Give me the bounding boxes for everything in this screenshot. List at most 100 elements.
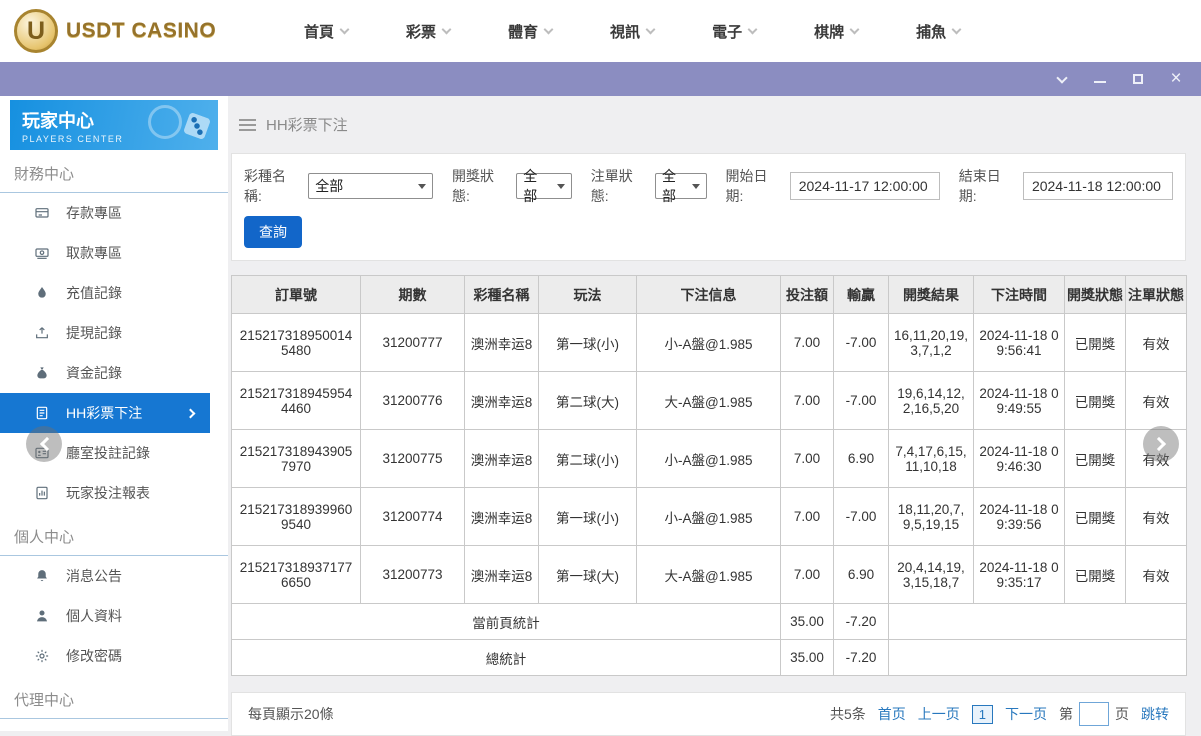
prev-page-link[interactable]: 上一页	[918, 704, 960, 724]
players-center-header: 玩家中心 PLAYERS CENTER	[10, 100, 218, 150]
cell-bet-info: 小-A盤@1.985	[636, 429, 781, 488]
sidebar-item-label: 提現記錄	[66, 325, 122, 341]
cell-play-type: 第二球(小)	[538, 429, 637, 488]
sidebar-item-funds-records[interactable]: 資金記錄	[0, 353, 228, 393]
nav-item-label: 捕魚	[916, 23, 947, 41]
cell-period: 31200776	[360, 371, 465, 430]
top-navigation: U USDT CASINO 首頁 彩票 體育 視訊 電子 棋牌 捕魚	[0, 0, 1201, 62]
end-date-input[interactable]	[1022, 172, 1173, 200]
draw-status-select[interactable]: 全部	[516, 168, 572, 204]
cell-bet-amount: 7.00	[780, 371, 834, 430]
cell-win-loss: -7.00	[833, 313, 889, 372]
order-status-select[interactable]: 全部	[654, 168, 707, 204]
cell-period: 31200774	[360, 487, 465, 546]
nav-item-label: 首頁	[304, 23, 335, 41]
hh-lottery-bets-icon	[34, 405, 50, 421]
current-page-indicator: 1	[971, 704, 993, 724]
sidebar-item-change-password[interactable]: 修改密碼	[0, 636, 228, 676]
first-page-link[interactable]: 首页	[878, 704, 906, 724]
cell-play-type: 第一球(小)	[538, 313, 637, 372]
search-button[interactable]: 查詢	[244, 216, 302, 248]
order-status-label: 注單狀態:	[590, 168, 633, 204]
change-password-icon	[34, 648, 50, 664]
current-page-bet-total: 35.00	[780, 603, 834, 640]
cell-bet-info: 小-A盤@1.985	[636, 313, 781, 372]
sidebar: 玩家中心 PLAYERS CENTER 財務中心 存款專區 取款專區 充值記錄 提現記錄…	[0, 96, 228, 731]
menu-toggle-icon[interactable]	[239, 116, 256, 134]
nav-item-sports[interactable]: 體育	[508, 21, 554, 42]
chevron-right-icon	[185, 408, 196, 418]
profile-icon	[34, 608, 50, 624]
cell-win-loss: 6.90	[833, 545, 889, 604]
chevron-down-icon	[441, 24, 452, 34]
column-header-lottery-name: 彩種名稱	[464, 275, 539, 314]
cell-draw-result: 20,4,14,19,3,15,18,7	[888, 545, 974, 604]
sidebar-section-title: 個人中心	[0, 513, 228, 556]
select-arrow-icon	[417, 184, 426, 193]
nav-item-lottery[interactable]: 彩票	[406, 21, 452, 42]
cell-win-loss: -7.00	[833, 371, 889, 430]
cell-draw-result: 19,6,14,12,2,16,5,20	[888, 371, 974, 430]
nav-item-slots[interactable]: 電子	[712, 21, 758, 42]
column-header-order-status: 注單狀態	[1125, 275, 1187, 314]
current-page-winloss-total: -7.20	[833, 603, 889, 640]
breadcrumb-title: HH彩票下注	[266, 117, 348, 134]
cell-draw-result: 16,11,20,19,3,7,1,2	[888, 313, 974, 372]
total-stats-label: 總統計	[231, 639, 781, 676]
start-date-input[interactable]	[789, 172, 940, 200]
window-close-button[interactable]: ×	[1167, 69, 1185, 88]
sidebar-item-label: HH彩票下注	[66, 405, 143, 421]
window-maximize-button[interactable]	[1129, 70, 1147, 88]
carousel-left-arrow[interactable]	[26, 426, 62, 462]
cell-bet-info: 大-A盤@1.985	[636, 371, 781, 430]
withdraw-zone-icon	[34, 245, 50, 261]
chevron-down-icon	[339, 24, 350, 34]
nav-item-live-video[interactable]: 視訊	[610, 21, 656, 42]
column-header-bet-time: 下注時間	[973, 275, 1065, 314]
total-stats-row: 總統計 35.00 -7.20	[231, 639, 1187, 676]
sidebar-item-withdrawal-records[interactable]: 提現記錄	[0, 313, 228, 353]
nav-item-board-games[interactable]: 棋牌	[814, 21, 860, 42]
jump-prefix: 第	[1059, 706, 1073, 722]
lottery-name-select[interactable]: 全部	[308, 173, 433, 199]
table-row: 2152173189500145480 31200777 澳洲幸运8 第一球(小) 小-…	[231, 313, 1187, 372]
recharge-records-icon	[34, 285, 50, 301]
nav-item-fishing[interactable]: 捕魚	[916, 21, 962, 42]
sidebar-item-deposit-zone[interactable]: 存款專區	[0, 193, 228, 233]
sidebar-item-announcements[interactable]: 消息公告	[0, 556, 228, 596]
cell-bet-amount: 7.00	[780, 545, 834, 604]
app-body: 玩家中心 PLAYERS CENTER 財務中心 存款專區 取款專區 充值記錄 提現記錄…	[0, 96, 1201, 736]
page-jump-input[interactable]	[1079, 702, 1109, 726]
window-minimize-button[interactable]	[1091, 70, 1109, 88]
sidebar-item-withdraw-zone[interactable]: 取款專區	[0, 233, 228, 273]
window-collapse-button[interactable]	[1053, 70, 1071, 88]
nav-item-home[interactable]: 首頁	[304, 21, 350, 42]
cell-order-no: 2152173189371776650	[231, 545, 361, 604]
next-page-link[interactable]: 下一页	[1005, 704, 1047, 724]
jump-button[interactable]: 跳转	[1141, 704, 1169, 724]
table-body: 2152173189500145480 31200777 澳洲幸运8 第一球(小) 小-…	[231, 313, 1187, 604]
table-row: 2152173189439057970 31200775 澳洲幸运8 第二球(小) 小-…	[231, 429, 1187, 488]
column-header-draw-result: 開獎結果	[888, 275, 974, 314]
cell-order-no: 2152173189459544460	[231, 371, 361, 430]
column-header-bet-info: 下注信息	[636, 275, 781, 314]
carousel-right-arrow[interactable]	[1143, 426, 1179, 462]
cell-bet-amount: 7.00	[780, 313, 834, 372]
sidebar-item-hh-lottery-bets[interactable]: HH彩票下注	[0, 393, 210, 433]
sidebar-item-profile[interactable]: 個人資料	[0, 596, 228, 636]
cell-order-status: 有效	[1125, 545, 1187, 604]
cell-play-type: 第一球(大)	[538, 545, 637, 604]
bets-table: 訂單號 期數 彩種名稱 玩法 下注信息 投注額 輸贏 開獎結果 下注時間 開獎狀態 注單狀態 215…	[231, 275, 1187, 676]
logo[interactable]: U USDT CASINO	[14, 9, 249, 53]
cell-bet-time: 2024-11-18 09:39:56	[973, 487, 1065, 546]
logo-text: USDT CASINO	[66, 19, 217, 42]
cell-order-no: 2152173189439057970	[231, 429, 361, 488]
sidebar-item-player-bet-report[interactable]: 玩家投注報表	[0, 473, 228, 513]
sidebar-item-recharge-records[interactable]: 充值記錄	[0, 273, 228, 313]
player-bet-report-icon	[34, 485, 50, 501]
end-date-label: 結束日期:	[958, 168, 1001, 204]
start-date-label: 開始日期:	[725, 168, 768, 204]
cell-win-loss: -7.00	[833, 487, 889, 546]
cell-order-status: 有效	[1125, 487, 1187, 546]
draw-status-label: 開獎狀態:	[451, 168, 494, 204]
